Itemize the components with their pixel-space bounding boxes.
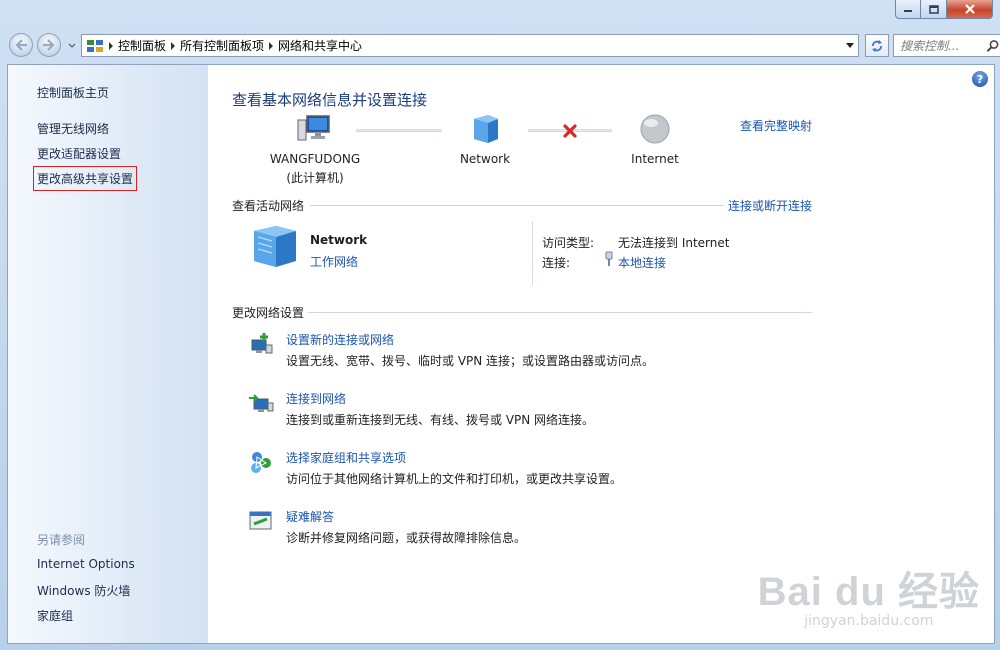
task-description: 连接到或重新连接到无线、有线、拨号或 VPN 网络连接。 bbox=[286, 413, 595, 427]
baidu-watermark: Bai du 经验 jingyan.baidu.com bbox=[758, 559, 980, 629]
map-link-line bbox=[356, 129, 442, 132]
help-icon[interactable]: ? bbox=[972, 71, 988, 87]
local-connection-link[interactable]: 本地连接 bbox=[618, 254, 666, 271]
address-bar[interactable]: 控制面板 所有控制面板项 网络和共享中心 bbox=[81, 34, 859, 57]
chevron-down-icon bbox=[68, 43, 76, 48]
back-button[interactable] bbox=[9, 33, 33, 57]
breadcrumb-separator[interactable] bbox=[166, 41, 180, 50]
sidebar-manage-wireless[interactable]: 管理无线网络 bbox=[37, 120, 109, 137]
refresh-icon bbox=[872, 39, 882, 52]
sidebar-adapter-settings[interactable]: 更改适配器设置 bbox=[37, 145, 121, 162]
watermark-brand: Bai du 经验 bbox=[757, 570, 980, 614]
map-computer-node[interactable]: WANGFUDONG (此计算机) bbox=[264, 113, 366, 186]
network-label: Network bbox=[459, 152, 511, 166]
map-internet-node[interactable]: Internet bbox=[622, 113, 688, 166]
view-full-map-link[interactable]: 查看完整映射 bbox=[740, 117, 812, 134]
sidebar: 控制面板主页 管理无线网络 更改适配器设置 更改高级共享设置 另请参阅 Inte… bbox=[8, 65, 208, 643]
see-also-heading: 另请参阅 bbox=[37, 533, 86, 547]
chevron-down-icon bbox=[846, 42, 854, 48]
breadcrumb-all-items[interactable]: 所有控制面板项 bbox=[180, 37, 264, 54]
close-button[interactable] bbox=[947, 0, 993, 19]
address-dropdown-button[interactable] bbox=[842, 42, 858, 49]
forward-arrow-icon bbox=[43, 39, 55, 51]
internet-label: Internet bbox=[631, 152, 679, 166]
caption-buttons bbox=[895, 0, 993, 20]
disconnected-x-icon[interactable] bbox=[562, 123, 578, 139]
minimize-icon bbox=[904, 10, 912, 12]
page-title: 查看基本网络信息并设置连接 bbox=[232, 91, 428, 109]
access-type-label: 访问类型: bbox=[542, 236, 595, 250]
task-description: 诊断并修复网络问题，或获得故障排除信息。 bbox=[286, 531, 527, 545]
search-icon[interactable] bbox=[986, 39, 1000, 53]
see-also-homegroup[interactable]: 家庭组 bbox=[37, 607, 73, 624]
breadcrumb-separator[interactable] bbox=[104, 41, 118, 50]
back-arrow-icon bbox=[15, 39, 27, 51]
troubleshoot-icon bbox=[249, 511, 272, 530]
see-also-internet-options[interactable]: Internet Options bbox=[37, 557, 135, 571]
search-box[interactable] bbox=[893, 34, 1000, 57]
maximize-button[interactable] bbox=[921, 0, 947, 19]
connect-disconnect-link[interactable]: 连接或断开连接 bbox=[728, 197, 812, 214]
ethernet-plug-icon bbox=[605, 251, 613, 266]
breadcrumb-network-center[interactable]: 网络和共享中心 bbox=[278, 37, 362, 54]
breadcrumb-control-panel[interactable]: 控制面板 bbox=[118, 37, 166, 54]
breadcrumb-separator[interactable] bbox=[264, 41, 278, 50]
sidebar-home-link[interactable]: 控制面板主页 bbox=[37, 84, 109, 101]
map-network-node[interactable]: Network bbox=[450, 113, 520, 166]
task-description: 访问位于其他网络计算机上的文件和打印机，或更改共享设置。 bbox=[286, 472, 623, 486]
sidebar-advanced-sharing[interactable]: 更改高级共享设置 bbox=[32, 166, 138, 191]
close-icon bbox=[964, 4, 975, 14]
chevron-right-icon bbox=[109, 41, 113, 50]
connect-network-icon bbox=[249, 394, 274, 412]
main-panel: ? 查看基本网络信息并设置连接 查看完整映射 WANGFUDONG (此计算机) bbox=[208, 65, 994, 643]
computer-icon bbox=[297, 115, 330, 141]
active-network-name: Network bbox=[310, 233, 368, 247]
recent-pages-dropdown[interactable] bbox=[67, 39, 77, 51]
forward-button[interactable] bbox=[37, 33, 61, 57]
access-type-value: 无法连接到 Internet bbox=[618, 236, 730, 250]
task-title[interactable]: 连接到网络 bbox=[286, 390, 346, 407]
connections-label: 连接: bbox=[542, 256, 571, 270]
globe-icon bbox=[640, 114, 670, 144]
task-title[interactable]: 疑难解答 bbox=[286, 508, 334, 525]
control-panel-icon bbox=[87, 39, 103, 52]
chevron-right-icon bbox=[171, 41, 176, 50]
new-connection-icon bbox=[251, 333, 273, 354]
task-title[interactable]: 选择家庭组和共享选项 bbox=[286, 449, 406, 466]
search-input[interactable] bbox=[894, 37, 986, 54]
section-divider bbox=[310, 205, 724, 206]
computer-sub: (此计算机) bbox=[286, 171, 344, 185]
navigation-bar: 控制面板 所有控制面板项 网络和共享中心 bbox=[9, 30, 1000, 60]
vertical-divider bbox=[532, 221, 533, 285]
see-also-firewall[interactable]: Windows 防火墙 bbox=[37, 582, 130, 599]
active-network-icon[interactable] bbox=[250, 225, 300, 269]
section-divider bbox=[308, 312, 812, 313]
chevron-right-icon bbox=[269, 41, 274, 50]
task-title[interactable]: 设置新的连接或网络 bbox=[286, 331, 394, 348]
network-type-link[interactable]: 工作网络 bbox=[310, 253, 358, 270]
active-networks-heading: 查看活动网络 bbox=[232, 199, 305, 213]
network-icon bbox=[474, 115, 498, 143]
change-settings-heading: 更改网络设置 bbox=[232, 306, 305, 320]
task-description: 设置无线、宽带、拨号、临时或 VPN 连接；或设置路由器或访问点。 bbox=[286, 354, 655, 368]
minimize-button[interactable] bbox=[895, 0, 921, 19]
computer-name: WANGFUDONG bbox=[269, 152, 361, 166]
content-area: 控制面板主页 管理无线网络 更改适配器设置 更改高级共享设置 另请参阅 Inte… bbox=[7, 64, 995, 644]
maximize-icon bbox=[928, 4, 939, 14]
refresh-button[interactable] bbox=[865, 34, 889, 57]
control-panel-window: 控制面板 所有控制面板项 网络和共享中心 控制面板主页 管理无线网络 更改适配器… bbox=[0, 0, 1000, 650]
homegroup-icon bbox=[251, 452, 271, 473]
